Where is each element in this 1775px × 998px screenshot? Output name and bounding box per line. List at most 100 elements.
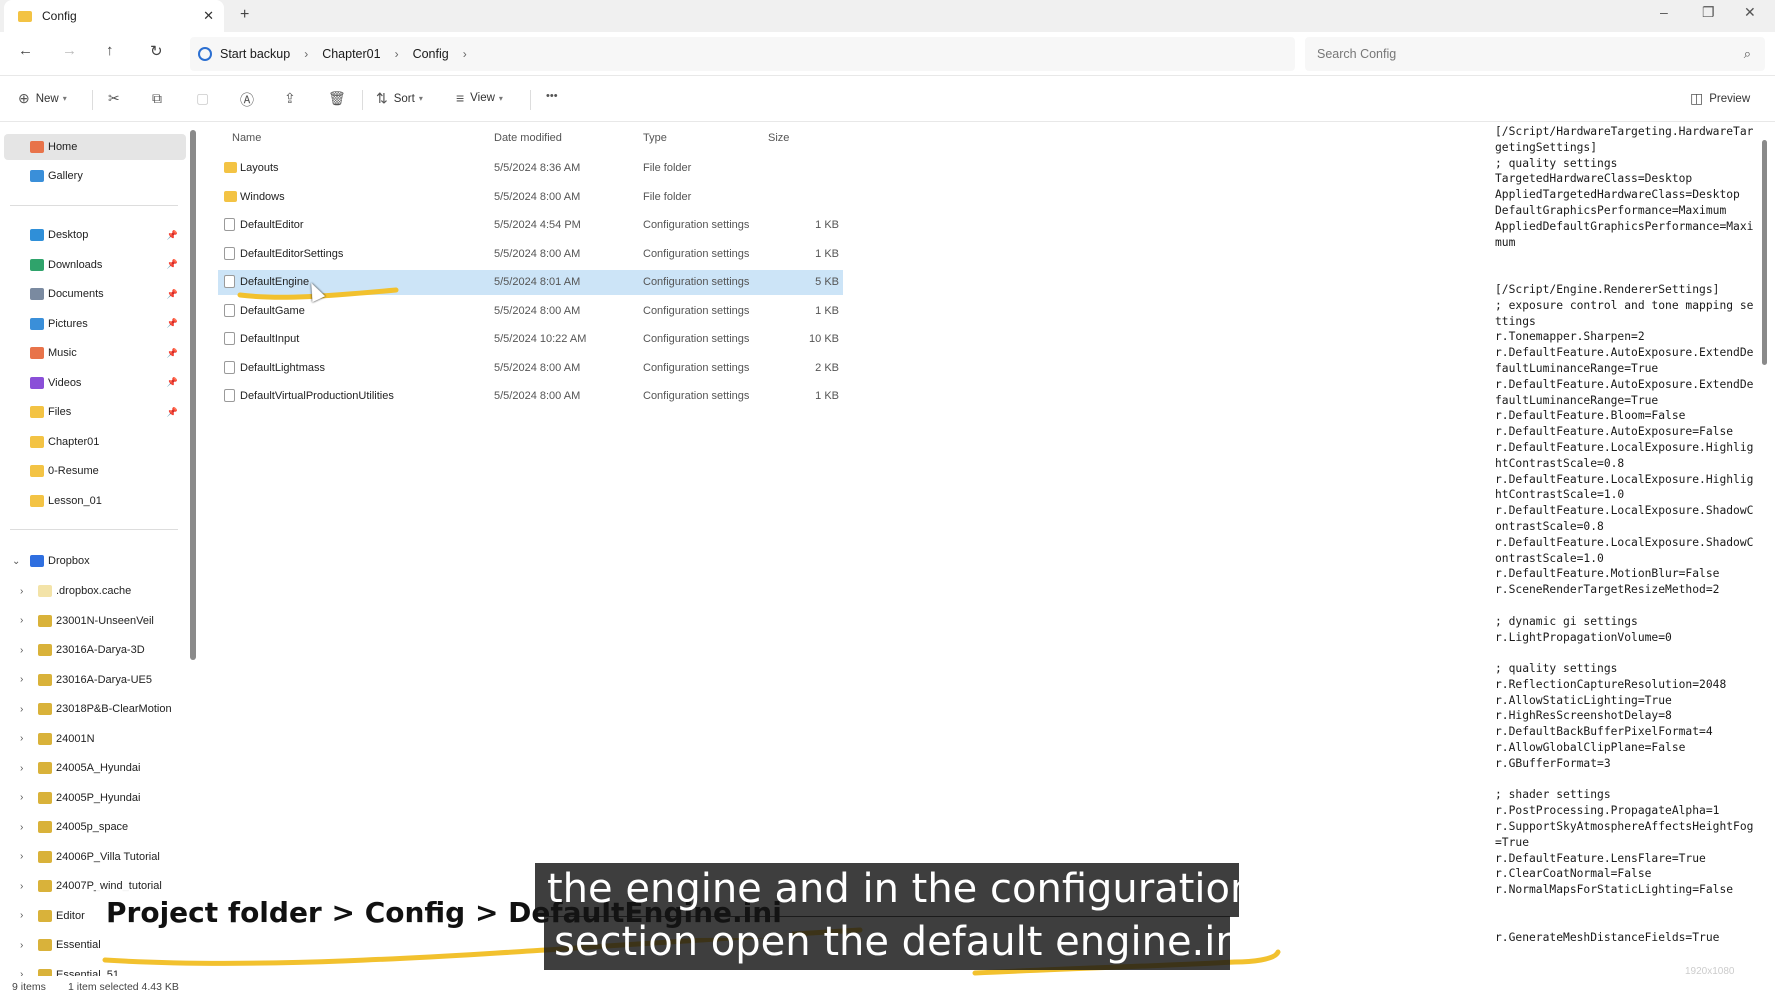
sidebar-item-dropbox-folder[interactable]: › 24006P_Villa Tutorial — [0, 844, 186, 870]
pin-icon[interactable]: 📌 — [167, 318, 178, 329]
chevron-right-icon[interactable]: › — [20, 615, 23, 626]
back-button[interactable]: ← — [18, 42, 33, 59]
restore-button[interactable]: ❐ — [1702, 4, 1715, 21]
new-button[interactable]: ⊕ New ▾ — [18, 90, 67, 107]
chevron-right-icon[interactable]: › — [304, 47, 308, 61]
chevron-right-icon[interactable]: › — [20, 586, 23, 597]
item-count: 9 items — [12, 981, 46, 993]
sidebar-item-gallery[interactable]: Gallery — [0, 163, 186, 189]
cut-button[interactable]: ✂ — [108, 90, 120, 107]
delete-button[interactable]: 🗑 — [328, 90, 346, 107]
share-button[interactable]: ⇪ — [284, 90, 296, 107]
chevron-right-icon[interactable]: › — [20, 674, 23, 685]
sort-button[interactable]: ⇅ Sort ▾ — [376, 90, 423, 107]
sort-icon: ⇅ — [376, 90, 388, 106]
copy-button[interactable]: ⧉ — [152, 90, 162, 107]
sidebar-scrollbar[interactable] — [190, 130, 196, 660]
folder-icon — [30, 465, 44, 477]
sidebar-item-dropbox-folder[interactable]: › 24005p_space — [0, 814, 186, 840]
chevron-right-icon[interactable]: › — [20, 704, 23, 715]
chevron-right-icon[interactable]: › — [463, 47, 467, 61]
sidebar-item-files[interactable]: Files 📌 — [0, 399, 186, 425]
rename-button[interactable]: Ⓐ — [240, 90, 254, 110]
up-button[interactable]: ↑ — [106, 42, 114, 59]
sidebar-item-dropbox-folder[interactable]: › 24001N — [0, 726, 186, 752]
sidebar-item-music[interactable]: Music 📌 — [0, 340, 186, 366]
breadcrumb-item[interactable]: Config — [413, 47, 449, 61]
sidebar-item-dropbox-folder[interactable]: › 24005P_Hyundai — [0, 785, 186, 811]
search-input[interactable]: Search Config ⌕ — [1305, 37, 1765, 71]
view-button[interactable]: ≡ View ▾ — [456, 90, 503, 106]
table-row[interactable]: DefaultVirtualProductionUtilities 5/5/202… — [218, 384, 843, 409]
column-header-name[interactable]: Name — [232, 132, 261, 144]
pin-icon[interactable]: 📌 — [167, 407, 178, 418]
chevron-right-icon[interactable]: › — [20, 969, 23, 976]
pin-icon[interactable]: 📌 — [167, 289, 178, 300]
table-row[interactable]: Layouts 5/5/2024 8:36 AM File folder — [218, 156, 843, 181]
search-icon[interactable]: ⌕ — [1744, 46, 1751, 62]
new-tab-button[interactable]: + — [240, 6, 249, 24]
column-header-type[interactable]: Type — [643, 132, 667, 144]
chevron-right-icon[interactable]: › — [20, 763, 23, 774]
chevron-right-icon[interactable]: › — [20, 940, 23, 951]
tab-close-icon[interactable]: ✕ — [203, 8, 214, 24]
more-options-button[interactable]: ••• — [546, 90, 558, 102]
refresh-button[interactable]: ↻ — [150, 42, 163, 60]
table-row[interactable]: DefaultInput 5/5/2024 10:22 AM Configurati… — [218, 327, 843, 352]
preview-pane: [/Script/HardwareTargeting.HardwareTarge… — [1495, 125, 1754, 944]
paste-button[interactable]: ▢ — [196, 90, 209, 107]
preview-scrollbar[interactable] — [1762, 140, 1767, 365]
pin-icon[interactable]: 📌 — [167, 377, 178, 388]
sidebar-item-dropbox-folder[interactable]: › .dropbox.cache — [0, 578, 186, 604]
sidebar-item-home[interactable]: Home — [4, 134, 186, 160]
resolution-watermark: 1920x1080 — [1685, 966, 1735, 977]
pin-icon[interactable]: 📌 — [167, 259, 178, 270]
file-type: File folder — [643, 162, 692, 174]
breadcrumb-item[interactable]: Chapter01 — [322, 47, 380, 61]
chevron-right-icon[interactable]: › — [20, 645, 23, 656]
file-date: 5/5/2024 8:36 AM — [494, 162, 581, 174]
minimize-button[interactable]: – — [1660, 4, 1668, 20]
sidebar-item-lesson-01[interactable]: Lesson_01 — [0, 488, 186, 514]
pin-icon[interactable]: 📌 — [167, 230, 178, 241]
sidebar-item-dropbox-folder[interactable]: › 23016A-Darya-3D — [0, 637, 186, 663]
sidebar-item-chapter01[interactable]: Chapter01 — [0, 429, 186, 455]
column-header-date[interactable]: Date modified — [494, 132, 562, 144]
sidebar-item-dropbox-folder[interactable]: › 23018P&B-ClearMotion — [0, 696, 186, 722]
chevron-right-icon[interactable]: › — [20, 733, 23, 744]
tab-config[interactable]: Config ✕ — [4, 0, 224, 32]
folder-icon — [30, 347, 44, 359]
breadcrumb-root[interactable]: Start backup — [220, 47, 290, 61]
sidebar-item-dropbox-folder[interactable]: › 24005A_Hyundai — [0, 755, 186, 781]
sidebar-item-dropbox-folder[interactable]: › 23016A-Darya-UE5 — [0, 667, 186, 693]
breadcrumb[interactable]: Start backup › Chapter01 › Config › — [190, 37, 1295, 71]
chevron-right-icon[interactable]: › — [20, 851, 23, 862]
sidebar-item-dropbox-folder[interactable]: › 23001N-UnseenVeil — [0, 608, 186, 634]
table-row[interactable]: Windows 5/5/2024 8:00 AM File folder — [218, 185, 843, 210]
sidebar-item-dropbox-folder[interactable]: › Essential_51 — [0, 962, 186, 976]
table-row[interactable]: DefaultEditor 5/5/2024 4:54 PM Configurati… — [218, 213, 843, 238]
column-header-size[interactable]: Size — [768, 132, 789, 144]
sidebar-item-pictures[interactable]: Pictures 📌 — [0, 311, 186, 337]
sidebar-item-videos[interactable]: Videos 📌 — [0, 370, 186, 396]
pin-icon[interactable]: 📌 — [167, 348, 178, 359]
sidebar-item-0-resume[interactable]: 0-Resume — [0, 458, 186, 484]
preview-label: Preview — [1709, 92, 1751, 105]
sidebar-item-documents[interactable]: Documents 📌 — [0, 281, 186, 307]
sidebar-item-downloads[interactable]: Downloads 📌 — [0, 252, 186, 278]
sidebar-item-dropbox[interactable]: ⌄ Dropbox — [0, 548, 186, 574]
chevron-right-icon[interactable]: › — [20, 910, 23, 921]
forward-button[interactable]: → — [62, 42, 77, 59]
table-row[interactable]: DefaultEditorSettings 5/5/2024 8:00 AM Con… — [218, 242, 843, 267]
tab-title: Config — [42, 9, 77, 23]
file-type: Configuration settings — [643, 247, 750, 260]
chevron-down-icon[interactable]: ⌄ — [12, 556, 20, 567]
table-row[interactable]: DefaultLightmass 5/5/2024 8:00 AM Configur… — [218, 356, 843, 381]
sidebar-item-desktop[interactable]: Desktop 📌 — [0, 222, 186, 248]
chevron-right-icon[interactable]: › — [20, 822, 23, 833]
chevron-right-icon[interactable]: › — [395, 47, 399, 61]
close-button[interactable]: ✕ — [1744, 4, 1756, 21]
chevron-right-icon[interactable]: › — [20, 881, 23, 892]
preview-button[interactable]: ◫ Preview — [1690, 90, 1750, 107]
chevron-right-icon[interactable]: › — [20, 792, 23, 803]
